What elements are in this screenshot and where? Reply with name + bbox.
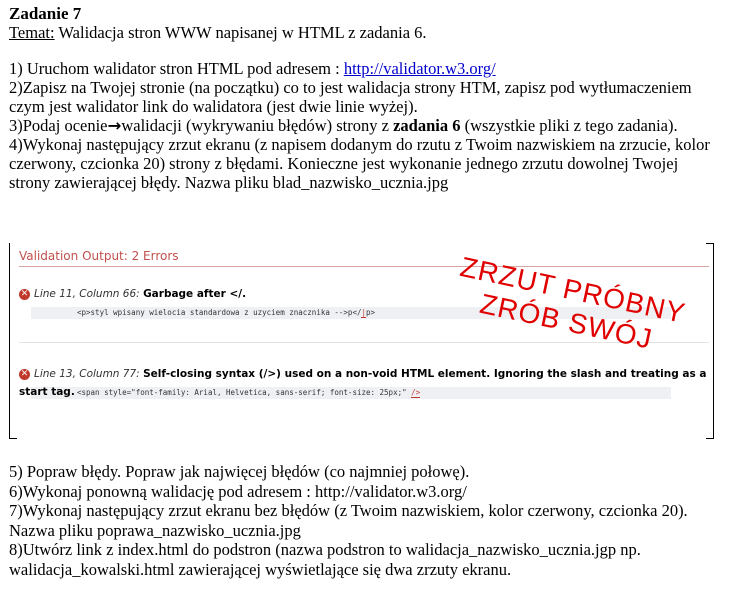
step-2: 2)Zapisz na Twojej stronie (na początku)…	[9, 78, 692, 116]
error-code-excerpt: <span style="font-family: Arial, Helveti…	[31, 387, 671, 399]
error-icon: ✕	[19, 288, 30, 300]
step-6: 6)Wykonaj ponowną walidację pod adresem …	[9, 481, 467, 501]
step-3-part-a: 3)Podaj ocenie	[9, 116, 108, 135]
topic-line: Temat: Walidacja stron WWW napisanej w H…	[9, 23, 721, 42]
topic-label: Temat:	[9, 23, 55, 42]
step-8: 8)Utwórz link z index.html do podstron (…	[9, 540, 641, 579]
topic-text: Walidacja stron WWW napisanej w HTML z z…	[54, 23, 427, 42]
document-bottom: 5) Popraw błędy. Popraw jak najwięcej bł…	[9, 462, 721, 579]
step-3-bold: zadania 6	[393, 116, 461, 135]
step-1-text: 1) Uruchom walidator stron HTML pod adre…	[9, 59, 344, 78]
error-message-row: ✕ Line 13, Column 77: Self-closing syntax…	[19, 368, 707, 398]
task-title: Zadanie 7	[9, 4, 82, 23]
step-3-part-b: walidacji (wykrywaniu błędów) strony z	[121, 116, 394, 135]
validation-screenshot: Validation Output: 2 Errors ✕ Line 11, Co…	[9, 243, 714, 439]
step-3: 3)Podaj ocenie→walidacji (wykrywaniu błę…	[9, 116, 721, 135]
step-1: 1) Uruchom walidator stron HTML pod adre…	[9, 59, 721, 78]
code-text: <span style="font-family: Arial, Helveti…	[77, 388, 412, 397]
step-5: 5) Popraw błędy. Popraw jak najwięcej bł…	[9, 462, 470, 481]
sample-stamp: ZRZUT PRÓBNY ZRÓB SWÓJ	[451, 251, 689, 361]
error-location: Line 13, Column 77	[34, 368, 137, 380]
error-icon: ✕	[19, 368, 30, 380]
code-text: <p>styl wpisany wielocia standardowa z u…	[77, 308, 362, 317]
error-text: Garbage after </.	[143, 288, 247, 300]
error-item-2: ✕ Line 13, Column 77: Self-closing syntax…	[19, 365, 709, 399]
frame-right	[713, 243, 714, 439]
step-7: 7)Wykonaj następujący zrzut ekranu bez b…	[9, 501, 688, 540]
error-location: Line 11, Column 66	[34, 288, 137, 300]
frame-tick	[706, 243, 714, 244]
frame-tick	[706, 438, 714, 439]
frame-tick	[9, 438, 17, 439]
validator-link[interactable]: http://validator.w3.org/	[344, 59, 496, 78]
validation-output-header: Validation Output: 2 Errors	[19, 249, 179, 263]
frame-left	[9, 243, 10, 439]
document-top: Zadanie 7 Temat: Walidacja stron WWW nap…	[9, 4, 721, 192]
header-divider	[19, 266, 709, 267]
code-text: p>	[366, 308, 376, 317]
step-3-part-c: (wszystkie pliki z tego zadania).	[460, 116, 678, 135]
arrow-icon: →	[107, 116, 122, 135]
step-4: 4)Wykonaj następujący zrzut ekranu (z na…	[9, 135, 710, 192]
code-highlight: />	[411, 388, 421, 398]
